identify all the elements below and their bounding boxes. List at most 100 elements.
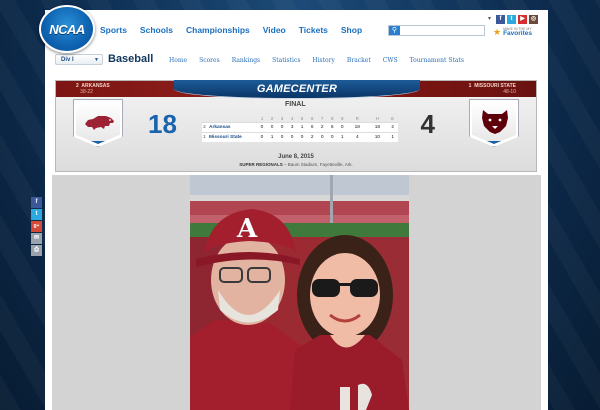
nav-tickets[interactable]: Tickets [299, 25, 328, 35]
inning-runs: 0 [277, 131, 288, 142]
linescore-row-home: 1 Missouri State 0 1 0 0 0 2 0 0 1 4 10 … [202, 131, 398, 142]
share-email-icon[interactable]: ✉ [31, 233, 42, 244]
total-hits: 18 [367, 121, 388, 132]
game-location: SUPER REGIONALS – Baum Stadium, Fayettev… [239, 162, 353, 167]
division-value: Div I [61, 57, 74, 63]
linescore-row-away: 2 Arkansas 0 0 0 3 1 6 2 6 0 18 18 2 [202, 121, 398, 132]
share-twitter-icon[interactable]: t [31, 209, 42, 220]
home-record: 48-10 [503, 88, 516, 95]
top-navigation: NCAA Sports Schools Championships Video … [39, 5, 548, 53]
total-errors: 1 [387, 131, 398, 142]
nav-sports[interactable]: Sports [100, 25, 127, 35]
sport-link-home[interactable]: Home [169, 57, 187, 64]
share-facebook-icon[interactable]: f [31, 197, 42, 208]
inning-runs: 1 [297, 121, 308, 132]
missouri-state-logo[interactable] [469, 99, 519, 147]
nav-video[interactable]: Video [263, 25, 286, 35]
inning-runs: 6 [327, 121, 338, 132]
total-runs: 18 [347, 121, 368, 132]
inning-runs: 2 [307, 131, 318, 142]
share-toolbar: f t g+ ✉ ⎙ [31, 197, 43, 256]
inning-runs: 0 [257, 121, 268, 132]
facebook-icon[interactable]: f [496, 15, 505, 24]
inning-runs: 0 [287, 131, 298, 142]
game-status: FINAL [285, 101, 306, 108]
chevron-down-icon: ▼ [94, 57, 99, 63]
search-icon[interactable]: ⚲ [389, 26, 400, 35]
home-score: 4 [420, 109, 435, 139]
fan-selfie-image: A [190, 175, 409, 410]
main-nav: Sports Schools Championships Video Ticke… [100, 25, 375, 35]
social-links: ▾ f t ▶ ◎ [485, 15, 538, 24]
row-team-name[interactable]: Missouri State [207, 131, 257, 142]
star-icon: ★ [493, 27, 502, 37]
sport-link-scores[interactable]: Scores [199, 57, 220, 64]
share-google-plus-icon[interactable]: g+ [31, 221, 42, 232]
razorback-icon [85, 116, 114, 130]
inning-runs: 0 [337, 121, 348, 132]
missouri-state-logo-bg [472, 102, 516, 144]
game-round: SUPER REGIONALS [239, 162, 283, 167]
gamecenter-title-plate: GAMECENTER [174, 80, 420, 99]
inning-runs: 1 [337, 131, 348, 142]
favorites-link[interactable]: ★ MAKE IN THE MY Favorites [493, 27, 532, 38]
gamecenter-title: GAMECENTER [256, 83, 338, 95]
game-date: June 8, 2015 [278, 154, 314, 160]
row-team-name[interactable]: Arkansas [207, 121, 257, 132]
inning-runs: 0 [257, 131, 268, 142]
away-team-header: 2 ARKANSAS 38-22 [76, 83, 110, 96]
arkansas-logo-bg [76, 102, 120, 144]
youtube-icon[interactable]: ▶ [518, 15, 527, 24]
favorites-text: MAKE IN THE MY Favorites [503, 27, 532, 38]
inning-runs: 6 [307, 121, 318, 132]
nav-championships[interactable]: Championships [186, 25, 250, 35]
search-input[interactable] [401, 26, 484, 35]
away-seed: 2 [76, 83, 79, 89]
inning-runs: 2 [317, 121, 328, 132]
total-hits: 10 [367, 131, 388, 142]
linescore-table: 1 2 3 4 5 6 7 8 9 R H E 2 Arkansas 0 0 0… [202, 116, 398, 142]
away-record: 38-22 [80, 88, 93, 95]
nav-shop[interactable]: Shop [341, 25, 362, 35]
page-container: NCAA Sports Schools Championships Video … [39, 5, 548, 410]
gamecenter-header-bar: 2 ARKANSAS 38-22 GAMECENTER 1 MISSOURI S… [56, 80, 536, 99]
arkansas-cap-logo: A [236, 214, 258, 244]
search-box: ⚲ [388, 25, 485, 36]
print-icon[interactable]: ⎙ [31, 245, 42, 256]
inning-runs: 0 [317, 131, 328, 142]
logo-text: NCAA [49, 21, 85, 37]
fan-selfie-photo[interactable]: A [190, 175, 409, 410]
away-score: 18 [148, 109, 177, 139]
sport-link-bracket[interactable]: Bracket [347, 57, 371, 64]
inning-runs: 0 [297, 131, 308, 142]
ncaa-logo[interactable]: NCAA [39, 5, 95, 53]
sport-link-history[interactable]: History [312, 57, 335, 64]
total-runs: 4 [347, 131, 368, 142]
sport-subnav: Div I ▼ Baseball Home Scores Rankings St… [45, 53, 548, 71]
instagram-icon[interactable]: ◎ [529, 15, 538, 24]
gamecenter-scoreboard: 2 ARKANSAS 38-22 GAMECENTER 1 MISSOURI S… [55, 80, 537, 172]
inning-runs: 1 [267, 131, 278, 142]
game-venue: Baum Stadium, Fayetteville, Ark. [287, 162, 353, 167]
inning-runs: 0 [327, 131, 338, 142]
favorites-label: Favorites [503, 30, 532, 37]
bear-icon [482, 110, 508, 134]
home-seed: 1 [468, 83, 472, 89]
arkansas-logo[interactable] [73, 99, 123, 147]
chevron-down-icon[interactable]: ▾ [485, 15, 494, 24]
home-team-header: 1 MISSOURI STATE 48-10 [468, 83, 516, 96]
inning-runs: 0 [277, 121, 288, 132]
photo-gallery: A [52, 175, 541, 410]
sport-link-rankings[interactable]: Rankings [232, 57, 260, 64]
total-errors: 2 [387, 121, 398, 132]
sport-title: Baseball [108, 53, 154, 65]
nav-schools[interactable]: Schools [140, 25, 173, 35]
division-select[interactable]: Div I ▼ [55, 54, 103, 65]
sport-link-cws[interactable]: CWS [383, 57, 398, 64]
sport-links: Home Scores Rankings Statistics History … [169, 57, 476, 64]
sport-link-tournament-stats[interactable]: Tournament Stats [410, 57, 464, 64]
twitter-icon[interactable]: t [507, 15, 516, 24]
inning-runs: 3 [287, 121, 298, 132]
sport-link-statistics[interactable]: Statistics [272, 57, 300, 64]
inning-runs: 0 [267, 121, 278, 132]
